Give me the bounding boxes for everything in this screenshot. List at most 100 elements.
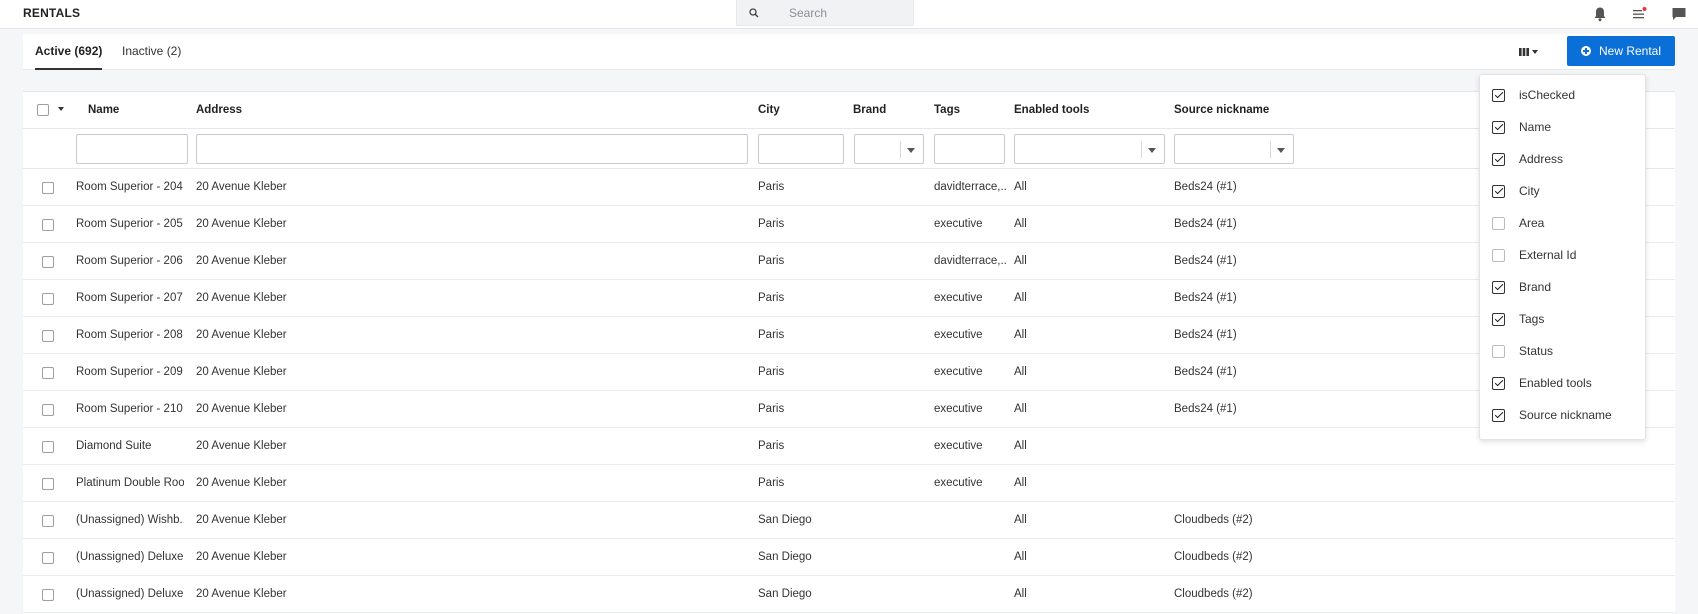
table-row[interactable]: Room Superior - 210 20 Avenue Kleber Paris… <box>23 391 1675 428</box>
cell-address: 20 Avenue Kleber <box>196 477 287 489</box>
table-row[interactable]: (Unassigned) Deluxe... 20 Avenue Kleber Sa… <box>23 576 1675 613</box>
table-row[interactable]: Room Superior - 205 20 Avenue Kleber Paris… <box>23 206 1675 243</box>
row-checkbox[interactable] <box>42 515 54 527</box>
cell-city: Paris <box>758 477 785 489</box>
table-row[interactable]: Room Superior - 206 20 Avenue Kleber Paris… <box>23 243 1675 280</box>
table-header: Name Address City Brand Tags Enabled too… <box>23 92 1675 129</box>
row-checkbox[interactable] <box>42 330 54 342</box>
checked-checkbox[interactable] <box>1492 88 1505 102</box>
table-row[interactable]: Room Superior - 207 20 Avenue Kleber Paris… <box>23 280 1675 317</box>
cell-tags: executive <box>934 477 983 489</box>
cell-name[interactable]: (Unassigned) Deluxe... <box>76 588 184 600</box>
row-checkbox[interactable] <box>42 552 54 564</box>
tab-active[interactable]: Active (692) <box>35 44 103 70</box>
column-toggle-item[interactable]: External Id <box>1480 239 1645 271</box>
messages-chat-icon[interactable] <box>1669 4 1689 24</box>
tasks-list-icon[interactable] <box>1629 4 1649 24</box>
column-toggle-item[interactable]: isChecked <box>1480 79 1645 111</box>
row-checkbox[interactable] <box>42 367 54 379</box>
table-row[interactable]: Room Superior - 204 20 Avenue Kleber Paris… <box>23 169 1675 206</box>
checked-checkbox[interactable] <box>1492 408 1505 422</box>
cell-name[interactable]: Room Superior - 206 <box>76 255 183 267</box>
rentals-table: Name Address City Brand Tags Enabled too… <box>23 91 1675 614</box>
cell-name[interactable]: Room Superior - 210 <box>76 403 183 415</box>
table-row[interactable]: Room Superior - 208 20 Avenue Kleber Paris… <box>23 317 1675 354</box>
new-rental-button[interactable]: New Rental <box>1567 36 1675 66</box>
column-toggle-item[interactable]: City <box>1480 175 1645 207</box>
row-checkbox[interactable] <box>42 478 54 490</box>
address-filter-input[interactable] <box>196 134 748 164</box>
row-checkbox[interactable] <box>42 219 54 231</box>
cell-name[interactable]: Room Superior - 207 <box>76 292 183 304</box>
column-toggle-item[interactable]: Name <box>1480 111 1645 143</box>
unchecked-checkbox[interactable] <box>1492 248 1505 262</box>
checked-checkbox[interactable] <box>1492 120 1505 134</box>
checked-checkbox[interactable] <box>1492 184 1505 198</box>
cell-enabled-tools: All <box>1014 477 1027 489</box>
column-header-tags[interactable]: Tags <box>934 104 960 116</box>
columns-picker-button[interactable] <box>1513 43 1543 61</box>
column-toggle-item[interactable]: Source nickname <box>1480 399 1645 431</box>
tags-filter-input[interactable] <box>934 134 1005 164</box>
cell-tags: davidterrace,... <box>934 181 1006 193</box>
table-row[interactable]: (Unassigned) Wishb... 20 Avenue Kleber San… <box>23 502 1675 539</box>
column-header-address[interactable]: Address <box>196 104 242 116</box>
cell-source-nickname: Cloudbeds (#2) <box>1174 588 1253 600</box>
row-checkbox[interactable] <box>42 441 54 453</box>
row-checkbox[interactable] <box>42 589 54 601</box>
cell-enabled-tools: All <box>1014 588 1027 600</box>
cell-enabled-tools: All <box>1014 514 1027 526</box>
cell-enabled-tools: All <box>1014 551 1027 563</box>
table-row[interactable]: Diamond Suite 20 Avenue Kleber Paris execut… <box>23 428 1675 465</box>
source-nickname-filter-select[interactable] <box>1174 134 1294 164</box>
tab-inactive[interactable]: Inactive (2) <box>122 44 181 70</box>
checked-checkbox[interactable] <box>1492 280 1505 294</box>
row-checkbox[interactable] <box>42 404 54 416</box>
cell-city: Paris <box>758 329 785 341</box>
cell-name[interactable]: Room Superior - 204 <box>76 181 183 193</box>
table-row[interactable]: Room Superior - 209 20 Avenue Kleber Paris… <box>23 354 1675 391</box>
row-checkbox[interactable] <box>42 293 54 305</box>
row-checkbox[interactable] <box>42 182 54 194</box>
city-filter-input[interactable] <box>758 134 844 164</box>
unchecked-checkbox[interactable] <box>1492 344 1505 358</box>
column-header-source-nickname[interactable]: Source nickname <box>1174 104 1269 116</box>
unchecked-checkbox[interactable] <box>1492 216 1505 230</box>
cell-name[interactable]: Diamond Suite <box>76 440 151 452</box>
cell-name[interactable]: (Unassigned) Deluxe... <box>76 551 184 563</box>
checked-checkbox[interactable] <box>1492 376 1505 390</box>
select-all-checkbox[interactable] <box>37 104 49 116</box>
checked-checkbox[interactable] <box>1492 312 1505 326</box>
cell-source-nickname: Beds24 (#1) <box>1174 292 1237 304</box>
name-filter-input[interactable] <box>76 134 188 164</box>
notifications-bell-icon[interactable] <box>1590 4 1610 24</box>
cell-enabled-tools: All <box>1014 255 1027 267</box>
column-toggle-item[interactable]: Address <box>1480 143 1645 175</box>
row-checkbox[interactable] <box>42 256 54 268</box>
column-toggle-item[interactable]: Tags <box>1480 303 1645 335</box>
search-box[interactable]: Search <box>736 0 914 26</box>
cell-name[interactable]: Room Superior - 209 <box>76 366 183 378</box>
cell-name[interactable]: Room Superior - 205 <box>76 218 183 230</box>
cell-name[interactable]: Room Superior - 208 <box>76 329 183 341</box>
column-toggle-item[interactable]: Enabled tools <box>1480 367 1645 399</box>
cell-name[interactable]: Platinum Double Roo... <box>76 477 184 489</box>
column-header-city[interactable]: City <box>758 104 780 116</box>
column-header-name[interactable]: Name <box>88 104 119 116</box>
column-header-enabled-tools[interactable]: Enabled tools <box>1014 104 1089 116</box>
table-row[interactable]: (Unassigned) Deluxe... 20 Avenue Kleber Sa… <box>23 539 1675 576</box>
checked-checkbox[interactable] <box>1492 152 1505 166</box>
column-toggle-item[interactable]: Status <box>1480 335 1645 367</box>
column-header-brand[interactable]: Brand <box>853 104 886 116</box>
column-toggle-item[interactable]: Area <box>1480 207 1645 239</box>
cell-enabled-tools: All <box>1014 440 1027 452</box>
brand-filter-select[interactable] <box>854 134 924 164</box>
column-toggle-label: Brand <box>1519 280 1552 294</box>
column-toggle-item[interactable]: Brand <box>1480 271 1645 303</box>
table-row[interactable]: Platinum Double Roo... 20 Avenue Kleber Pa… <box>23 465 1675 502</box>
cell-name[interactable]: (Unassigned) Wishb... <box>76 514 184 526</box>
column-toggle-label: isChecked <box>1519 88 1576 102</box>
enabled-tools-filter-select[interactable] <box>1014 134 1165 164</box>
select-menu-caret-icon[interactable] <box>58 107 64 111</box>
cell-address: 20 Avenue Kleber <box>196 292 287 304</box>
